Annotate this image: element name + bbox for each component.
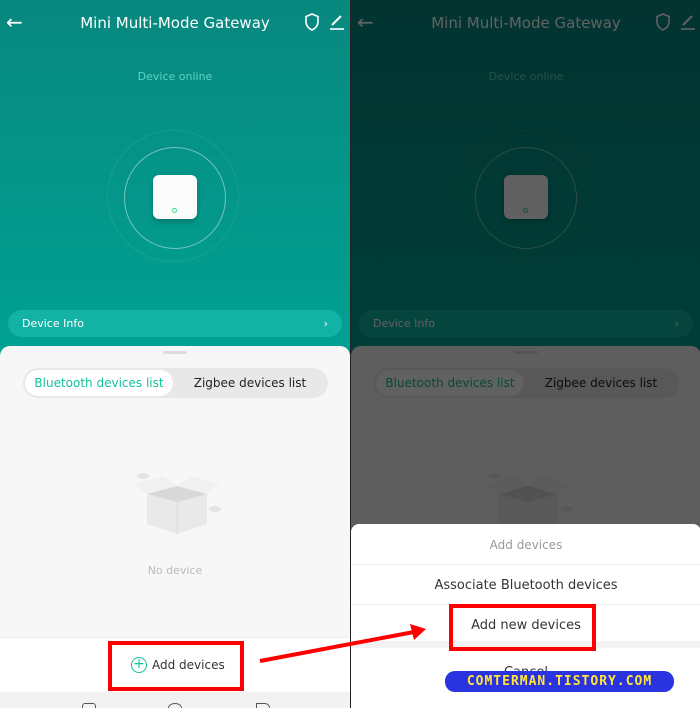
watermark: COMTERMAN.TISTORY.COM	[445, 671, 674, 692]
annotation-arrow	[259, 624, 426, 663]
